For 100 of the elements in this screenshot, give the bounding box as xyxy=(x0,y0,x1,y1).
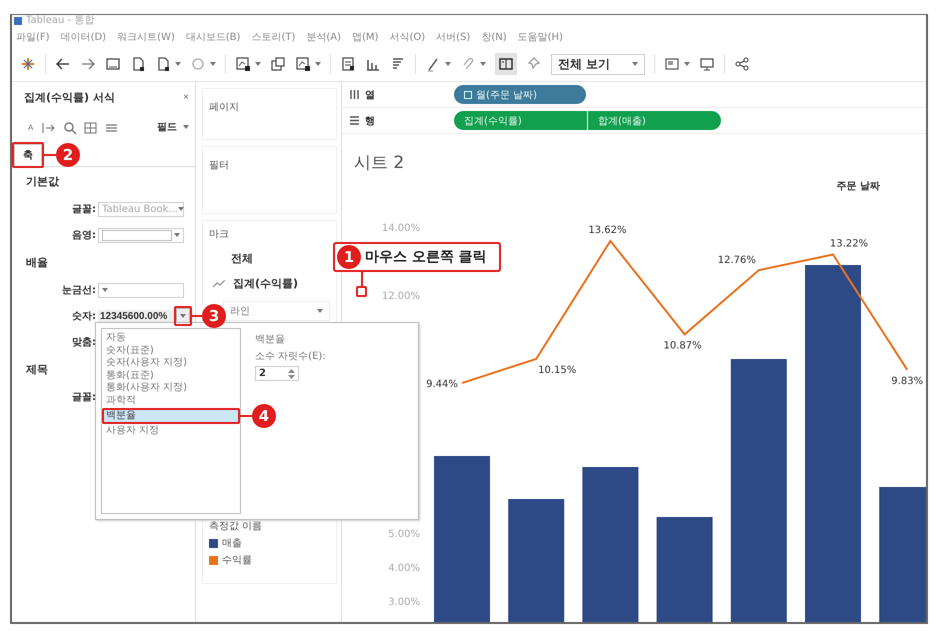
calendar-icon xyxy=(464,90,472,98)
data-label: 12.76% xyxy=(718,255,756,266)
caret-icon[interactable] xyxy=(183,125,189,129)
menu-item[interactable]: 분석(A) xyxy=(306,30,342,44)
chart-document-icon[interactable] xyxy=(295,56,311,72)
sorted-bars-icon[interactable] xyxy=(390,56,406,72)
close-button[interactable]: × xyxy=(183,92,189,102)
field-label: 소수 자릿수(E): xyxy=(255,350,326,363)
data-label: 10.15% xyxy=(538,364,576,376)
font-tool-button[interactable]: A xyxy=(26,122,36,132)
panel-icon[interactable] xyxy=(495,53,517,75)
step-badge: 2 xyxy=(56,143,80,167)
menu-item[interactable]: 대시보드(B) xyxy=(186,30,240,44)
menu-item[interactable]: 파일(F) xyxy=(16,30,50,44)
menu-item[interactable]: 창(N) xyxy=(481,30,507,44)
highlight-frame xyxy=(174,306,192,326)
dropdown-field[interactable]: Tableau Book... xyxy=(98,202,184,216)
menu-item[interactable]: 서버(S) xyxy=(436,30,470,44)
spinner-arrows-icon[interactable] xyxy=(288,368,295,380)
columns-icon xyxy=(350,90,359,99)
card-title: 페이지 xyxy=(209,102,239,113)
field-label: 글꼴: xyxy=(71,203,96,216)
section-title: 배율 xyxy=(26,255,48,270)
format-option[interactable]: 사용자 지정 xyxy=(104,425,238,438)
axis-tab[interactable]: 축 xyxy=(14,144,42,166)
logo-icon[interactable] xyxy=(20,56,36,72)
pin-icon[interactable] xyxy=(526,56,542,72)
detail-title: 백분율 xyxy=(255,333,286,346)
caret-icon[interactable] xyxy=(315,62,321,66)
caret-icon[interactable] xyxy=(178,207,184,211)
menu-item[interactable]: 데이터(D) xyxy=(60,30,106,44)
menu-item[interactable]: 서식(O) xyxy=(389,30,426,44)
column-header: 주문 날짜 xyxy=(836,180,881,194)
app-icon xyxy=(14,17,22,25)
menu-item[interactable]: 워크시트(W) xyxy=(117,30,175,44)
caret-icon[interactable] xyxy=(174,233,180,237)
legend-title: 측정값 이름 xyxy=(209,520,264,533)
share-icon[interactable] xyxy=(734,56,750,72)
field-pill[interactable]: 월(주문 날짜) xyxy=(454,85,586,104)
field-label: 숫자: xyxy=(71,310,96,323)
axis-tick-label: 5.00% xyxy=(388,529,420,540)
format-option[interactable]: 백분율 xyxy=(104,410,238,422)
duplicate-icon[interactable] xyxy=(270,56,286,72)
sheet-icon[interactable] xyxy=(340,56,356,72)
format-option[interactable]: 자동 xyxy=(104,332,238,345)
image-icon[interactable] xyxy=(664,56,680,72)
callout-text: 마우스 오른쪽 클릭 xyxy=(365,248,487,266)
shading-icon[interactable] xyxy=(62,120,78,134)
menu-item[interactable]: 스토리(T) xyxy=(251,30,296,44)
caret-icon[interactable] xyxy=(210,62,216,66)
caret-icon[interactable] xyxy=(180,314,186,318)
view-dropdown[interactable]: 전체 보기 xyxy=(551,54,646,74)
legend-label: 수익률 xyxy=(222,554,252,567)
axis-tick-label: 12.00% xyxy=(382,291,420,302)
sheet-title: 시트 2 xyxy=(353,152,406,175)
menu-item[interactable]: 맵(M) xyxy=(352,30,378,44)
data-label: 13.22% xyxy=(830,238,868,250)
field-pill[interactable]: 합계(매출) xyxy=(588,111,721,130)
format-option[interactable]: 숫자(표준) xyxy=(104,344,238,358)
circle-icon[interactable] xyxy=(190,56,206,72)
step-badge: 1 xyxy=(337,245,361,269)
caret-icon[interactable] xyxy=(255,62,261,66)
format-option[interactable]: 과학적 xyxy=(104,394,238,408)
presentation-icon[interactable] xyxy=(699,56,716,72)
caret-icon[interactable] xyxy=(175,62,181,66)
field-pill[interactable]: 집계(수익률) xyxy=(454,111,587,130)
caret-icon[interactable] xyxy=(317,309,323,313)
format-option[interactable]: 통화(사용자 지정) xyxy=(104,382,238,395)
section-title: 제목 xyxy=(26,362,48,377)
caret-icon[interactable] xyxy=(480,62,486,66)
marks-measure-item[interactable]: 집계(수익률) xyxy=(233,276,298,291)
fields-dropdown[interactable]: 필드 xyxy=(157,120,189,134)
marks-all-item[interactable]: 전체 xyxy=(209,251,330,266)
back-arrow-icon[interactable] xyxy=(55,56,71,72)
anchor-marker xyxy=(356,286,367,297)
color-dropdown[interactable] xyxy=(98,228,184,242)
highlight-frame xyxy=(12,142,44,168)
forward-arrow-icon[interactable] xyxy=(80,56,96,72)
card-title: 마크 xyxy=(209,228,230,241)
axis-tick-label: 3.00% xyxy=(388,597,420,608)
chart-document-icon[interactable] xyxy=(235,56,251,72)
field-label: 맞춤: xyxy=(71,336,96,349)
menu-item[interactable]: 도움말(H) xyxy=(518,30,563,44)
format-option[interactable]: 숫자(사용자 지정) xyxy=(104,357,238,370)
number-format-value: 12345600.00% xyxy=(98,310,174,322)
borders-icon[interactable] xyxy=(83,120,98,134)
shelf-label: 열 xyxy=(365,88,375,102)
dropdown-field[interactable] xyxy=(98,282,184,298)
mark-type-dropdown[interactable]: 라인 xyxy=(223,301,330,321)
rows-icon xyxy=(350,116,359,125)
caret-icon[interactable] xyxy=(102,288,108,292)
window-icon[interactable] xyxy=(105,56,121,72)
caret-icon[interactable] xyxy=(445,62,451,66)
field-label: 글꼴: xyxy=(71,391,96,404)
caret-icon[interactable] xyxy=(684,62,690,66)
caret-icon[interactable] xyxy=(632,62,638,66)
format-option[interactable]: 통화(표준) xyxy=(104,370,238,382)
data-label: 10.87% xyxy=(664,340,702,352)
pane-title: 집계(수익률) 서식 xyxy=(24,90,115,104)
decimal-spinner[interactable]: 2 xyxy=(255,366,299,381)
